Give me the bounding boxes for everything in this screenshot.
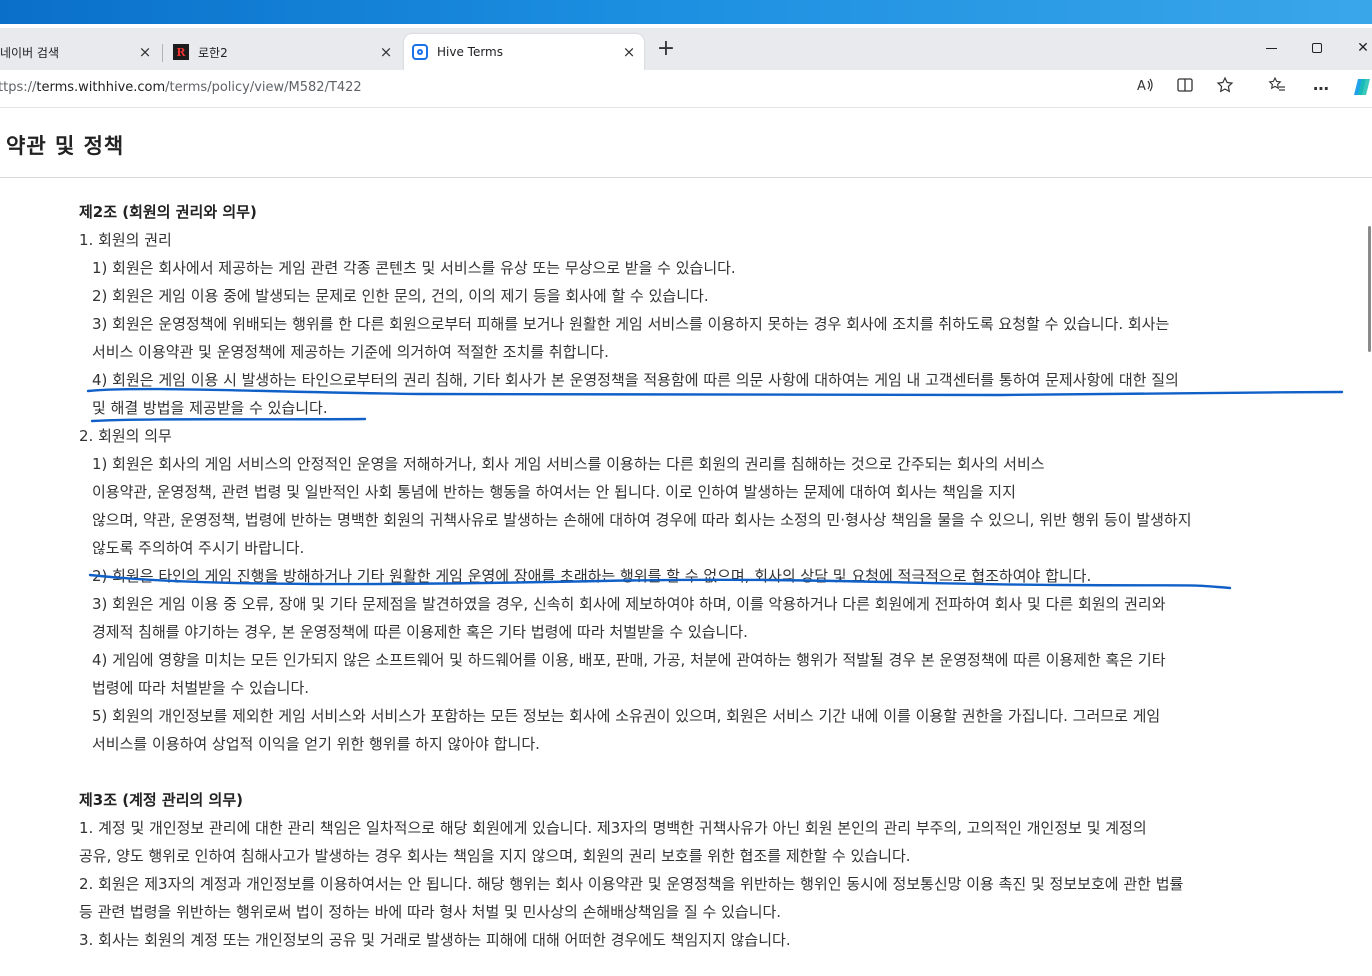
list-item: 4) 회원은 게임 이용 시 발생하는 타인으로부터의 권리 침해, 기타 회사… (92, 371, 1179, 389)
list-item: 2) 회원은 게임 이용 중에 발생되는 문제로 인한 문의, 건의, 이의 제… (92, 287, 709, 305)
hive-favicon-icon (412, 44, 428, 60)
svg-text:A: A (1137, 79, 1146, 94)
copilot-icon[interactable] (1350, 76, 1372, 102)
list-item: 4) 게임에 영향을 미치는 모든 인가되지 않은 소프트웨어 및 하드웨어를 … (92, 651, 1166, 669)
tab-close-icon[interactable]: × (377, 43, 395, 61)
list-item: 및 해결 방법을 제공받을 수 있습니다. (92, 399, 328, 417)
list-item: 5) 회원의 개인정보를 제외한 게임 서비스와 서비스가 포함하는 모든 정보… (92, 707, 1161, 725)
tab-label: 로한2 (198, 45, 228, 60)
maximize-icon (1312, 43, 1322, 53)
tab-rohan2[interactable]: R 로한2 × (165, 34, 401, 70)
list-item: 이용약관, 운영정책, 관련 법령 및 일반적인 사회 통념에 반하는 행동을 … (92, 483, 1016, 501)
new-tab-button[interactable]: + (652, 36, 680, 64)
list-item: 2) 회원은 타인의 게임 진행을 방해하거나 기타 원활한 게임 운영에 장애… (92, 567, 1092, 585)
section-heading: 제3조 (계정 관리의 의무) (79, 791, 244, 809)
minimize-icon (1265, 47, 1277, 49)
list-item: 1. 계정 및 개인정보 관리에 대한 관리 책임은 일차적으로 해당 회원에게… (79, 819, 1147, 837)
more-icon[interactable]: ⋯ (1308, 76, 1334, 102)
list-item: 경제적 침해를 야기하는 경우, 본 운영정책에 따른 이용제한 혹은 기타 법… (92, 623, 748, 641)
list-item: 등 관련 법령을 위반하는 행위로써 법이 정하는 바에 따라 형사 처벌 및 … (79, 903, 782, 921)
terms-content: 제2조 (회원의 권리와 의무) 1. 회원의 권리 1) 회원은 회사에서 제… (0, 178, 1366, 976)
list-item: 공유, 양도 행위로 인하여 침해사고가 발생하는 경우 회사는 책임을 지지 … (79, 847, 911, 865)
scrollbar[interactable] (1366, 178, 1372, 976)
favorites-icon[interactable] (1264, 76, 1290, 102)
page-title: 약관 및 정책 (6, 134, 125, 158)
underline-annotation (86, 387, 1344, 397)
list-item: 3. 회사는 회원의 계정 또는 개인정보의 공유 및 거래로 발생하는 피해에… (79, 931, 791, 949)
favorite-star-icon[interactable] (1212, 76, 1238, 102)
list-item: 2. 회원은 제3자의 계정과 개인정보를 이용하여서는 안 됩니다. 해당 행… (79, 875, 1184, 893)
close-window-button[interactable]: ✕ (1348, 36, 1372, 60)
window-top-strip (0, 0, 1372, 24)
list-item: 2. 회원의 의무 (79, 427, 172, 445)
list-item: 서비스 이용약관 및 운영정책에 제공하는 기준에 의거하여 적절한 조치를 취… (92, 343, 609, 361)
maximize-button[interactable] (1302, 36, 1332, 60)
read-aloud-icon[interactable]: A (1132, 76, 1158, 102)
url-path: /terms/policy/view/M582/T422 (165, 80, 362, 95)
list-item: 법령에 따라 처벌받을 수 있습니다. (92, 679, 310, 697)
tab-separator (162, 44, 163, 62)
list-item: 1. 회원의 권리 (79, 231, 172, 249)
tab-close-icon[interactable]: × (136, 43, 154, 61)
tab-label: Hive Terms (437, 45, 503, 59)
scrollbar-thumb[interactable] (1368, 226, 1371, 352)
minimize-button[interactable] (1256, 36, 1286, 60)
tab-naver-search[interactable]: 네이버 검색 × (0, 34, 160, 70)
rohan-favicon-icon: R (173, 44, 189, 60)
underline-annotation (90, 417, 367, 423)
page-header: 약관 및 정책 (0, 108, 1372, 178)
list-item: 1) 회원은 회사의 게임 서비스의 안정적인 운영을 저해하거나, 회사 게임… (92, 455, 1045, 473)
list-item: 서비스를 이용하여 상업적 이익을 얻기 위한 행위를 하지 않아야 합니다. (92, 735, 540, 753)
tab-label: 네이버 검색 (0, 45, 60, 60)
address-bar: ttps://terms.withhive.com/terms/policy/v… (0, 70, 1372, 108)
url-scheme: ttps:// (0, 80, 37, 95)
list-item: 3) 회원은 운영정책에 위배되는 행위를 한 다른 회원으로부터 피해를 보거… (92, 315, 1170, 333)
url-field[interactable]: ttps://terms.withhive.com/terms/policy/v… (0, 80, 362, 95)
tab-bar: 네이버 검색 × R 로한2 × Hive Terms × (0, 28, 1372, 70)
immersive-reader-icon[interactable] (1172, 76, 1198, 102)
list-item: 않도록 주의하여 주시기 바랍니다. (92, 539, 305, 557)
list-item: 3) 회원은 게임 이용 중 오류, 장애 및 기타 문제점을 발견하였을 경우… (92, 595, 1166, 613)
tab-hive-terms[interactable]: Hive Terms × (404, 34, 644, 70)
section-heading: 제2조 (회원의 권리와 의무) (79, 203, 257, 221)
tab-close-icon[interactable]: × (620, 43, 638, 61)
url-host: terms.withhive.com (36, 80, 166, 95)
list-item: 않으며, 약관, 운영정책, 법령에 반하는 명백한 회원의 귀책사유로 발생하… (92, 511, 1192, 529)
list-item: 1) 회원은 회사에서 제공하는 게임 관련 각종 콘텐츠 및 서비스를 유상 … (92, 259, 736, 277)
